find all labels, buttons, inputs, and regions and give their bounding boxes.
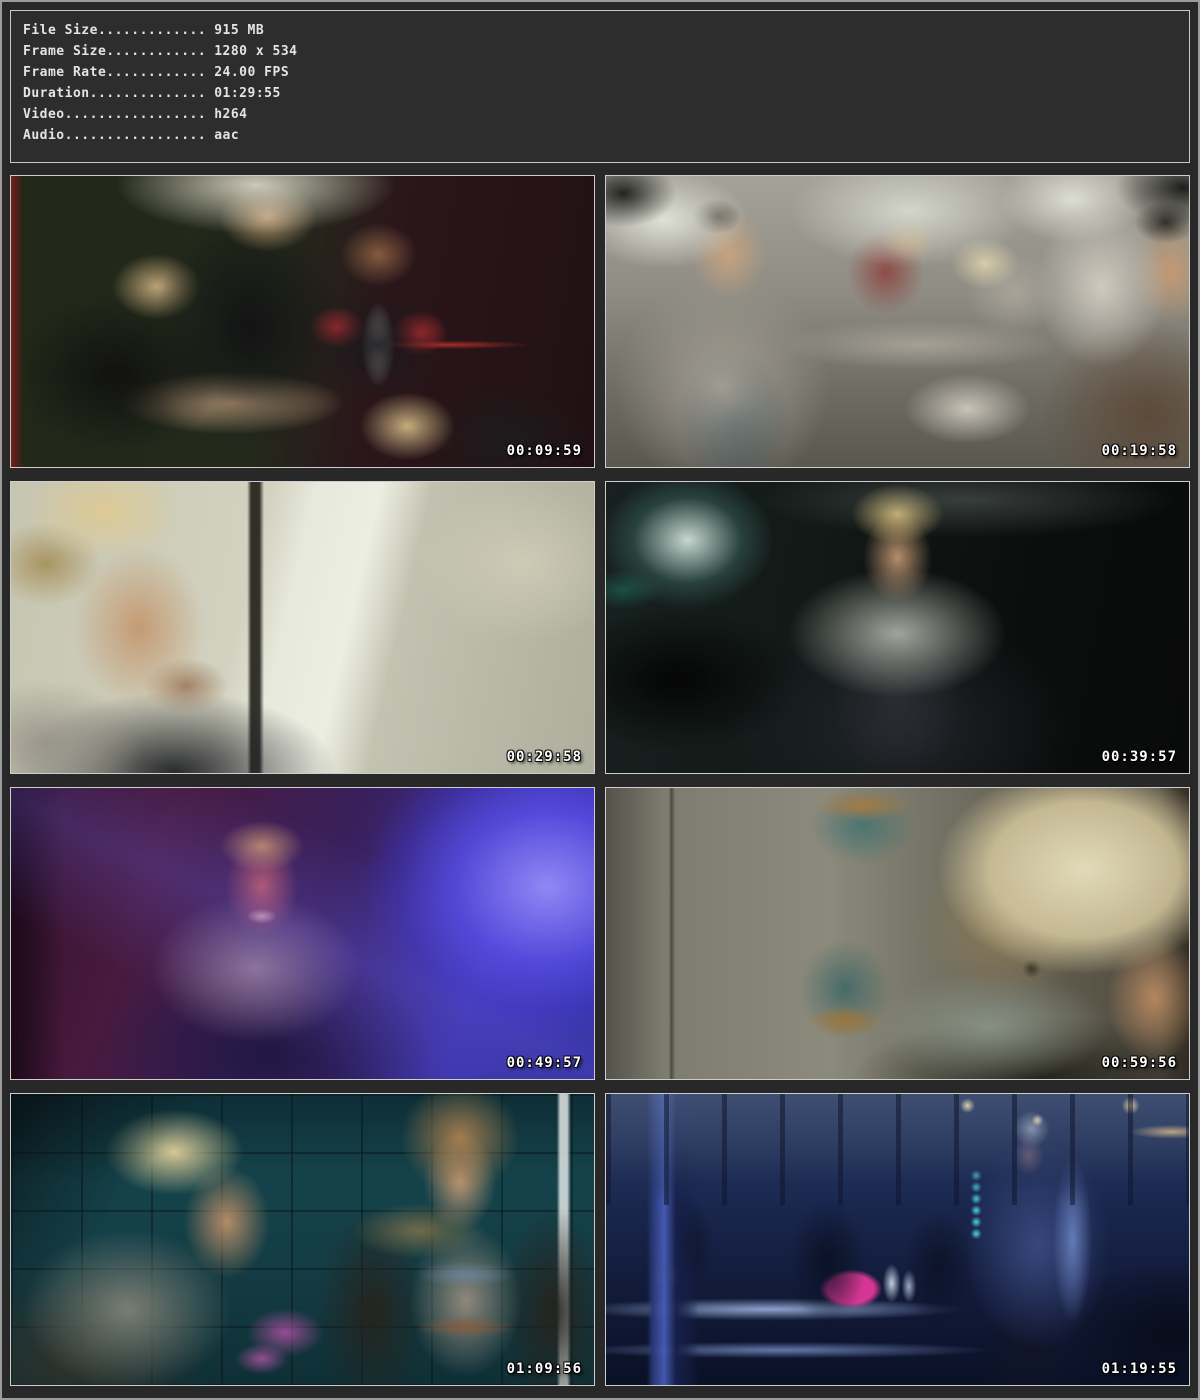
info-dots: .............. xyxy=(90,86,207,101)
info-label: Frame Rate xyxy=(23,65,106,80)
info-dots: ................. xyxy=(65,107,207,122)
video-contact-sheet: File Size.............915 MB Frame Size.… xyxy=(0,0,1200,1400)
timestamp-overlay: 00:19:58 xyxy=(1102,443,1177,459)
timestamp-overlay: 01:19:55 xyxy=(1102,1361,1177,1377)
scene-art-2 xyxy=(606,176,1189,467)
info-label: Duration xyxy=(23,86,90,101)
info-value: 01:29:55 xyxy=(206,86,281,101)
info-label: Video xyxy=(23,107,65,122)
scene-art-4 xyxy=(606,482,1189,773)
info-line-duration: Duration..............01:29:55 xyxy=(23,83,1189,104)
file-info-panel: File Size.............915 MB Frame Size.… xyxy=(10,10,1190,163)
info-line-frame-size: Frame Size............1280 x 534 xyxy=(23,41,1189,62)
screenshot-thumb-7: 01:09:56 xyxy=(10,1093,595,1386)
info-dots: ............ xyxy=(106,65,206,80)
timestamp-overlay: 01:09:56 xyxy=(507,1361,582,1377)
info-label: Frame Size xyxy=(23,44,106,59)
info-label: File Size xyxy=(23,23,98,38)
info-value: h264 xyxy=(206,107,247,122)
scene-art-5 xyxy=(11,788,594,1079)
screenshot-thumb-8: 01:19:55 xyxy=(605,1093,1190,1386)
scene-art-6 xyxy=(606,788,1189,1079)
screenshot-thumb-1: 00:09:59 xyxy=(10,175,595,468)
screenshot-thumb-4: 00:39:57 xyxy=(605,481,1190,774)
info-line-file-size: File Size.............915 MB xyxy=(23,20,1189,41)
screenshot-thumb-2: 00:19:58 xyxy=(605,175,1190,468)
info-value: 24.00 FPS xyxy=(206,65,289,80)
info-value: aac xyxy=(206,128,239,143)
screenshot-thumb-6: 00:59:56 xyxy=(605,787,1190,1080)
scene-art-1 xyxy=(11,176,594,467)
info-line-frame-rate: Frame Rate............24.00 FPS xyxy=(23,62,1189,83)
info-dots: ............. xyxy=(98,23,206,38)
info-label: Audio xyxy=(23,128,65,143)
timestamp-overlay: 00:49:57 xyxy=(507,1055,582,1071)
info-dots: ............ xyxy=(106,44,206,59)
info-value: 915 MB xyxy=(206,23,264,38)
timestamp-overlay: 00:29:58 xyxy=(507,749,582,765)
info-line-video: Video.................h264 xyxy=(23,104,1189,125)
info-line-audio: Audio.................aac xyxy=(23,125,1189,146)
scene-art-8 xyxy=(606,1094,1189,1385)
info-value: 1280 x 534 xyxy=(206,44,297,59)
scene-art-7 xyxy=(11,1094,594,1385)
screenshot-thumb-3: 00:29:58 xyxy=(10,481,595,774)
timestamp-overlay: 00:39:57 xyxy=(1102,749,1177,765)
scene-art-3 xyxy=(11,482,594,773)
timestamp-overlay: 00:09:59 xyxy=(507,443,582,459)
info-dots: ................. xyxy=(65,128,207,143)
timestamp-overlay: 00:59:56 xyxy=(1102,1055,1177,1071)
screenshot-thumb-5: 00:49:57 xyxy=(10,787,595,1080)
